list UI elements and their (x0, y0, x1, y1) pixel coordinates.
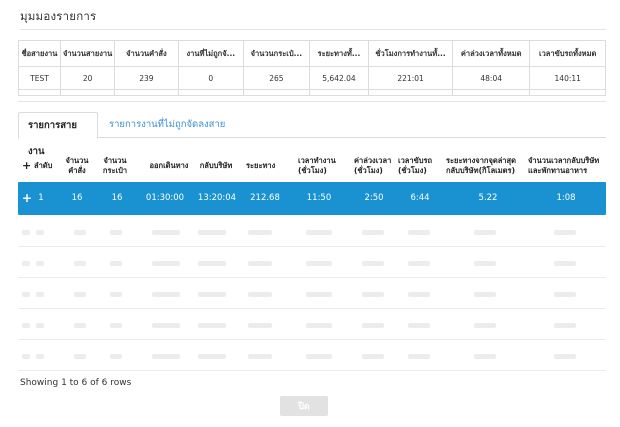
cell-orders: 16 (71, 193, 83, 203)
col-header-orders[interactable]: จำนวน คำสั่ง (62, 150, 92, 182)
summary-header[interactable]: จำนวนกระเป๋... (243, 40, 310, 67)
section-divider (18, 101, 606, 102)
expand-all-icon[interactable]: + (22, 150, 32, 182)
summary-cell: 140:11 (529, 66, 606, 90)
cell-work-hours: 11:50 (306, 193, 332, 203)
summary-header-row: ชื่อสายงาน จำนวนสายงาน จำนวนคำสั่ง งานที… (18, 40, 606, 67)
summary-header[interactable]: ระยะทางทั้... (308, 40, 370, 67)
summary-cell: 48:04 (451, 66, 531, 90)
cell-overtime: 2:50 (364, 193, 384, 203)
cell-return: 13:20:04 (197, 193, 237, 203)
close-button[interactable]: ปิด (280, 396, 328, 416)
cell-bags: 16 (111, 193, 123, 203)
summary-header[interactable]: จำนวนคำสั่ง (114, 40, 179, 67)
col-header-depart[interactable]: ออกเดินทาง (144, 150, 194, 182)
summary-cell: TEST (18, 66, 61, 90)
col-header-drive-time[interactable]: เวลาขับรถ (ชั่วโมง) (398, 150, 446, 182)
summary-header[interactable]: ชั่วโมงการทำงานทั้... (368, 40, 453, 67)
summary-header[interactable]: ชื่อสายงาน (18, 40, 61, 67)
pagination-info: Showing 1 to 6 of 6 rows (20, 378, 132, 388)
summary-cell: 5,642.04 (308, 66, 370, 90)
col-header-overtime[interactable]: ค่าล่วงเวลา (ชั่วโมง) (354, 150, 404, 182)
summary-table: ชื่อสายงาน จำนวนสายงาน จำนวนคำสั่ง งานที… (18, 40, 606, 96)
cell-distance: 212.68 (250, 193, 280, 203)
page-title: มุมมองรายการ (20, 9, 97, 23)
detail-header-row: + ลำดับ จำนวน คำสั่ง จำนวน กระเป๋า ออกเดิน… (18, 150, 606, 182)
cell-seq: 1 (38, 193, 44, 203)
expand-row-icon[interactable]: + (20, 182, 34, 215)
col-header-last-distance[interactable]: ระยะทางจากจุดล่าสุด กลับบริษัท(กิโลเมตร) (446, 150, 532, 182)
route-detail-table: + ลำดับ จำนวน คำสั่ง จำนวน กระเป๋า ออกเดิน… (18, 150, 606, 371)
summary-value-row: TEST 20 239 0 265 5,642.04 221:01 48:04 … (18, 66, 606, 90)
col-header-seq[interactable]: ลำดับ (34, 150, 60, 182)
col-header-return[interactable]: กลับบริษัท (192, 150, 240, 182)
col-header-work-hours[interactable]: เวลาทำงาน (ชั่วโมง) (298, 150, 348, 182)
placeholder-row (18, 309, 606, 340)
col-header-return-time[interactable]: จำนวนเวลากลับบริษัท และพักทานอาหาร (528, 150, 608, 182)
summary-header[interactable]: ค่าล่วงเวลาทั้งหมด (451, 40, 531, 67)
summary-cell: 239 (114, 66, 179, 90)
tab-route-list[interactable]: รายการสายงาน (18, 112, 98, 157)
tab-bar: รายการสายงาน รายการงานที่ไม่ถูกจัดลงสาย (18, 112, 606, 157)
placeholder-row (18, 278, 606, 309)
title-divider (20, 29, 606, 30)
route-row-selected[interactable]: + 1 16 16 01:30:00 13:20:04 212.68 11:50… (18, 182, 606, 215)
cell-drive-time: 6:44 (410, 193, 430, 203)
summary-cell: 0 (177, 66, 245, 90)
col-header-distance[interactable]: ระยะทาง (246, 150, 286, 182)
summary-header[interactable]: เวลาขับรถทั้งหมด (529, 40, 606, 67)
col-header-bags[interactable]: จำนวน กระเป๋า (98, 150, 132, 182)
cell-depart: 01:30:00 (145, 193, 185, 203)
cell-return-time: 1:08 (556, 193, 576, 203)
placeholder-row (18, 216, 606, 247)
summary-header[interactable]: งานที่ไม่ถูกจั... (177, 40, 245, 67)
summary-cell: 221:01 (368, 66, 453, 90)
tab-unassigned-jobs[interactable]: รายการงานที่ไม่ถูกจัดลงสาย (100, 112, 234, 139)
summary-spacer-row (18, 89, 606, 96)
placeholder-row (18, 247, 606, 278)
summary-header[interactable]: จำนวนสายงาน (59, 40, 116, 67)
placeholder-row (18, 340, 606, 371)
summary-cell: 265 (243, 66, 310, 90)
cell-last-distance: 5.22 (478, 193, 498, 203)
summary-cell: 20 (59, 66, 116, 90)
